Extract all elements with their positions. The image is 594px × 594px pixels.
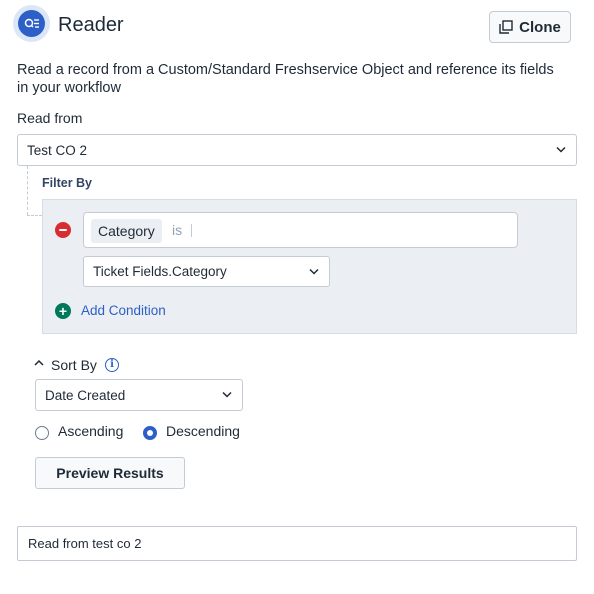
clone-button[interactable]: Clone [489,11,571,43]
read-from-value: Test CO 2 [27,142,88,158]
ascending-radio[interactable] [35,426,49,440]
page-title: Reader [58,14,124,36]
tree-connector [27,166,28,215]
chevron-down-icon [556,146,566,153]
condition-input[interactable]: Category is [83,212,518,248]
sort-select[interactable]: Date Created [35,379,243,411]
text-cursor [191,224,192,237]
remove-condition-icon[interactable] [55,222,71,238]
descending-radio[interactable] [143,426,157,440]
read-from-label: Read from [17,110,83,126]
sort-by-label[interactable]: Sort By [51,357,97,373]
reader-node-icon [13,5,50,42]
condition-operator: is [172,222,183,238]
condition-value-select[interactable]: Ticket Fields.Category [83,256,330,287]
search-list-icon [24,18,39,28]
add-condition-link[interactable]: Add Condition [81,303,166,318]
description: Read a record from a Custom/Standard Fre… [17,62,554,96]
read-from-select[interactable]: Test CO 2 [17,134,577,166]
ascending-label[interactable]: Ascending [58,423,123,439]
filter-by-label: Filter By [42,176,93,190]
clone-label: Clone [519,18,561,36]
info-icon[interactable]: i [105,358,119,372]
chevron-down-icon [222,391,232,398]
condition-field-chip[interactable]: Category [91,219,162,243]
preview-results-button[interactable]: Preview Results [35,457,185,489]
descending-label[interactable]: Descending [166,423,240,439]
node-name-input[interactable]: Read from test co 2 [17,526,577,561]
chevron-down-icon [309,268,319,275]
chevron-up-icon[interactable] [34,359,44,366]
copy-icon [499,20,513,34]
add-condition-icon[interactable]: + [55,303,71,319]
condition-value: Ticket Fields.Category [93,264,227,279]
sort-value: Date Created [45,387,126,403]
tree-connector [27,215,42,216]
